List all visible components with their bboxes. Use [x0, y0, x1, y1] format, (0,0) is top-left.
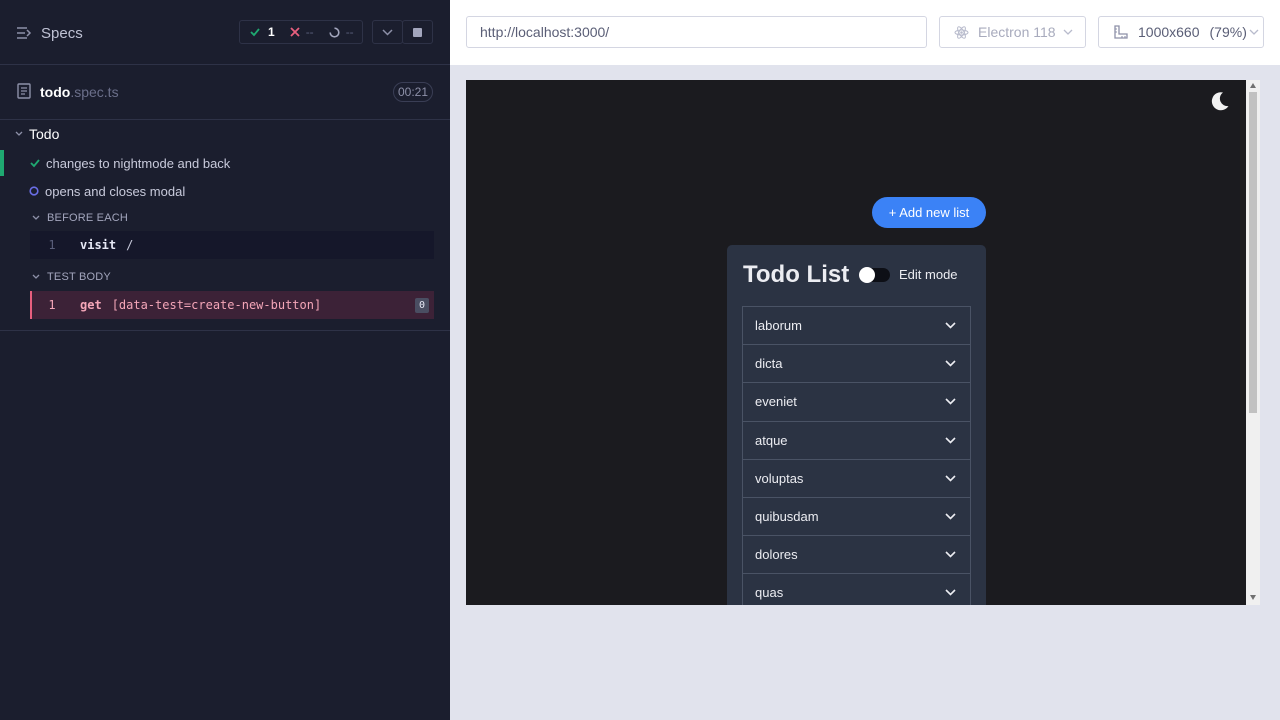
check-icon [250, 28, 260, 37]
stop-button[interactable] [402, 20, 433, 44]
chevron-down-icon [32, 274, 40, 279]
document-icon [17, 83, 31, 99]
browser-name: Electron 118 [978, 24, 1056, 40]
chevron-down-icon [15, 131, 23, 136]
stop-icon [413, 27, 422, 37]
reporter-header: Specs 1 -- -- [0, 0, 450, 65]
ruler-icon [1114, 25, 1128, 39]
chevron-down-icon [32, 215, 40, 220]
chevron-down-icon [1249, 29, 1259, 35]
chevron-down-icon[interactable] [945, 513, 956, 520]
command-log-panel: Specs 1 -- -- todo.spec.ts 00:21 Todo ch… [0, 0, 450, 720]
spec-file-header: todo.spec.ts 00:21 [0, 65, 450, 120]
specs-label: Specs [41, 24, 83, 42]
scroll-thumb[interactable] [1249, 92, 1257, 413]
todo-list-name: eveniet [755, 394, 797, 410]
todo-list-name: quas [755, 585, 784, 601]
todo-list-item[interactable]: voluptas [743, 460, 970, 498]
suite-todo[interactable]: Todo [0, 122, 434, 146]
todo-list-name: atque [755, 432, 788, 448]
moon-icon[interactable] [1209, 90, 1231, 112]
command-number: 1 [48, 298, 56, 312]
hook-label: TEST BODY [47, 271, 111, 283]
todo-list-item[interactable]: laborum [743, 307, 970, 346]
todo-list-name: laborum [755, 318, 802, 334]
running-spinner-icon [29, 186, 39, 196]
pending-count: -- [345, 25, 354, 39]
aut-header: http://localhost:3000/ Electron 118 1000… [450, 0, 1280, 65]
chevron-down-icon [1063, 29, 1073, 35]
chevron-down-icon[interactable] [945, 398, 956, 406]
chevron-down-icon[interactable] [945, 322, 956, 329]
spinner-icon [329, 26, 340, 38]
scroll-down-arrow-icon[interactable] [1250, 595, 1256, 600]
zoom-level: (79%) [1209, 24, 1247, 40]
edit-mode-toggle[interactable] [859, 267, 890, 283]
menu-expand-icon [17, 27, 32, 39]
todo-list-name: dicta [755, 356, 783, 372]
hook-label: BEFORE EACH [47, 212, 129, 224]
spec-duration: 00:21 [393, 82, 433, 102]
browser-selector[interactable]: Electron 118 [939, 16, 1086, 48]
x-icon [290, 27, 300, 37]
scroll-up-arrow-icon[interactable] [1250, 83, 1256, 88]
chevron-down-icon[interactable] [945, 437, 956, 444]
check-icon [30, 159, 40, 168]
hook-before-each[interactable]: BEFORE EACH [30, 209, 230, 227]
todo-list-name: dolores [755, 547, 798, 563]
todo-title: Todo List [743, 261, 850, 288]
todo-list-name: voluptas [755, 470, 804, 486]
test-item-passed[interactable]: changes to nightmode and back [0, 150, 434, 176]
hook-test-body[interactable]: TEST BODY [30, 268, 230, 286]
viewport-size: 1000x660 [1138, 24, 1200, 40]
viewport-selector[interactable]: 1000x660 (79%) [1098, 16, 1264, 48]
todo-card: Todo List Edit mode laborum dicta eveniet a… [727, 245, 986, 605]
command-name: get [80, 298, 102, 312]
todo-list-item[interactable]: atque [743, 422, 970, 460]
test-title: changes to nightmode and back [46, 155, 231, 171]
todo-list-item[interactable]: dicta [743, 345, 970, 384]
todo-list-item[interactable]: quibusdam [743, 498, 970, 537]
todo-list-item[interactable]: quas [743, 574, 970, 605]
chevron-down-icon[interactable] [945, 589, 956, 597]
spec-file-name: todo.spec.ts [40, 84, 119, 100]
command-number: 1 [48, 238, 56, 252]
todo-list-item[interactable]: eveniet [743, 383, 970, 422]
toggle-knob [859, 267, 875, 283]
url-bar[interactable]: http://localhost:3000/ [466, 16, 927, 48]
test-item-running[interactable]: opens and closes modal [0, 178, 434, 204]
test-stats: 1 -- -- [239, 20, 363, 44]
failed-count: -- [305, 25, 314, 39]
specs-list-toggle[interactable]: Specs [16, 22, 83, 44]
command-arg: [data-test=create-new-button] [111, 298, 322, 312]
todo-list-item[interactable]: dolores [743, 536, 970, 575]
failed-stat: -- [290, 25, 314, 39]
passed-stat: 1 [250, 25, 275, 39]
auto-scroll-toggle-button[interactable] [372, 20, 403, 44]
chevron-down-icon[interactable] [945, 475, 956, 482]
todo-lists: laborum dicta eveniet atque voluptas quibusda… [742, 306, 971, 605]
suite-title: Todo [29, 126, 60, 142]
command-name: visit [80, 238, 117, 252]
passed-count: 1 [268, 25, 275, 39]
chevron-down-icon [382, 28, 393, 36]
command-arg: / [126, 238, 134, 252]
divider [0, 330, 450, 331]
chevron-down-icon[interactable] [945, 551, 956, 558]
pending-stat: -- [329, 25, 354, 39]
app-under-test: + Add new list Todo List Edit mode labor… [466, 80, 1246, 605]
add-new-list-button[interactable]: + Add new list [872, 197, 986, 228]
command-get-failed[interactable]: 1 get [data-test=create-new-button] 0 [30, 291, 434, 319]
chevron-down-icon[interactable] [945, 360, 956, 367]
electron-icon [954, 25, 969, 39]
test-title: opens and closes modal [45, 183, 186, 199]
aut-scrollbar[interactable] [1246, 80, 1260, 605]
todo-list-name: quibusdam [755, 509, 819, 525]
element-count-badge: 0 [415, 298, 429, 313]
edit-mode-label: Edit mode [899, 267, 958, 282]
command-visit[interactable]: 1 visit / [30, 231, 434, 259]
